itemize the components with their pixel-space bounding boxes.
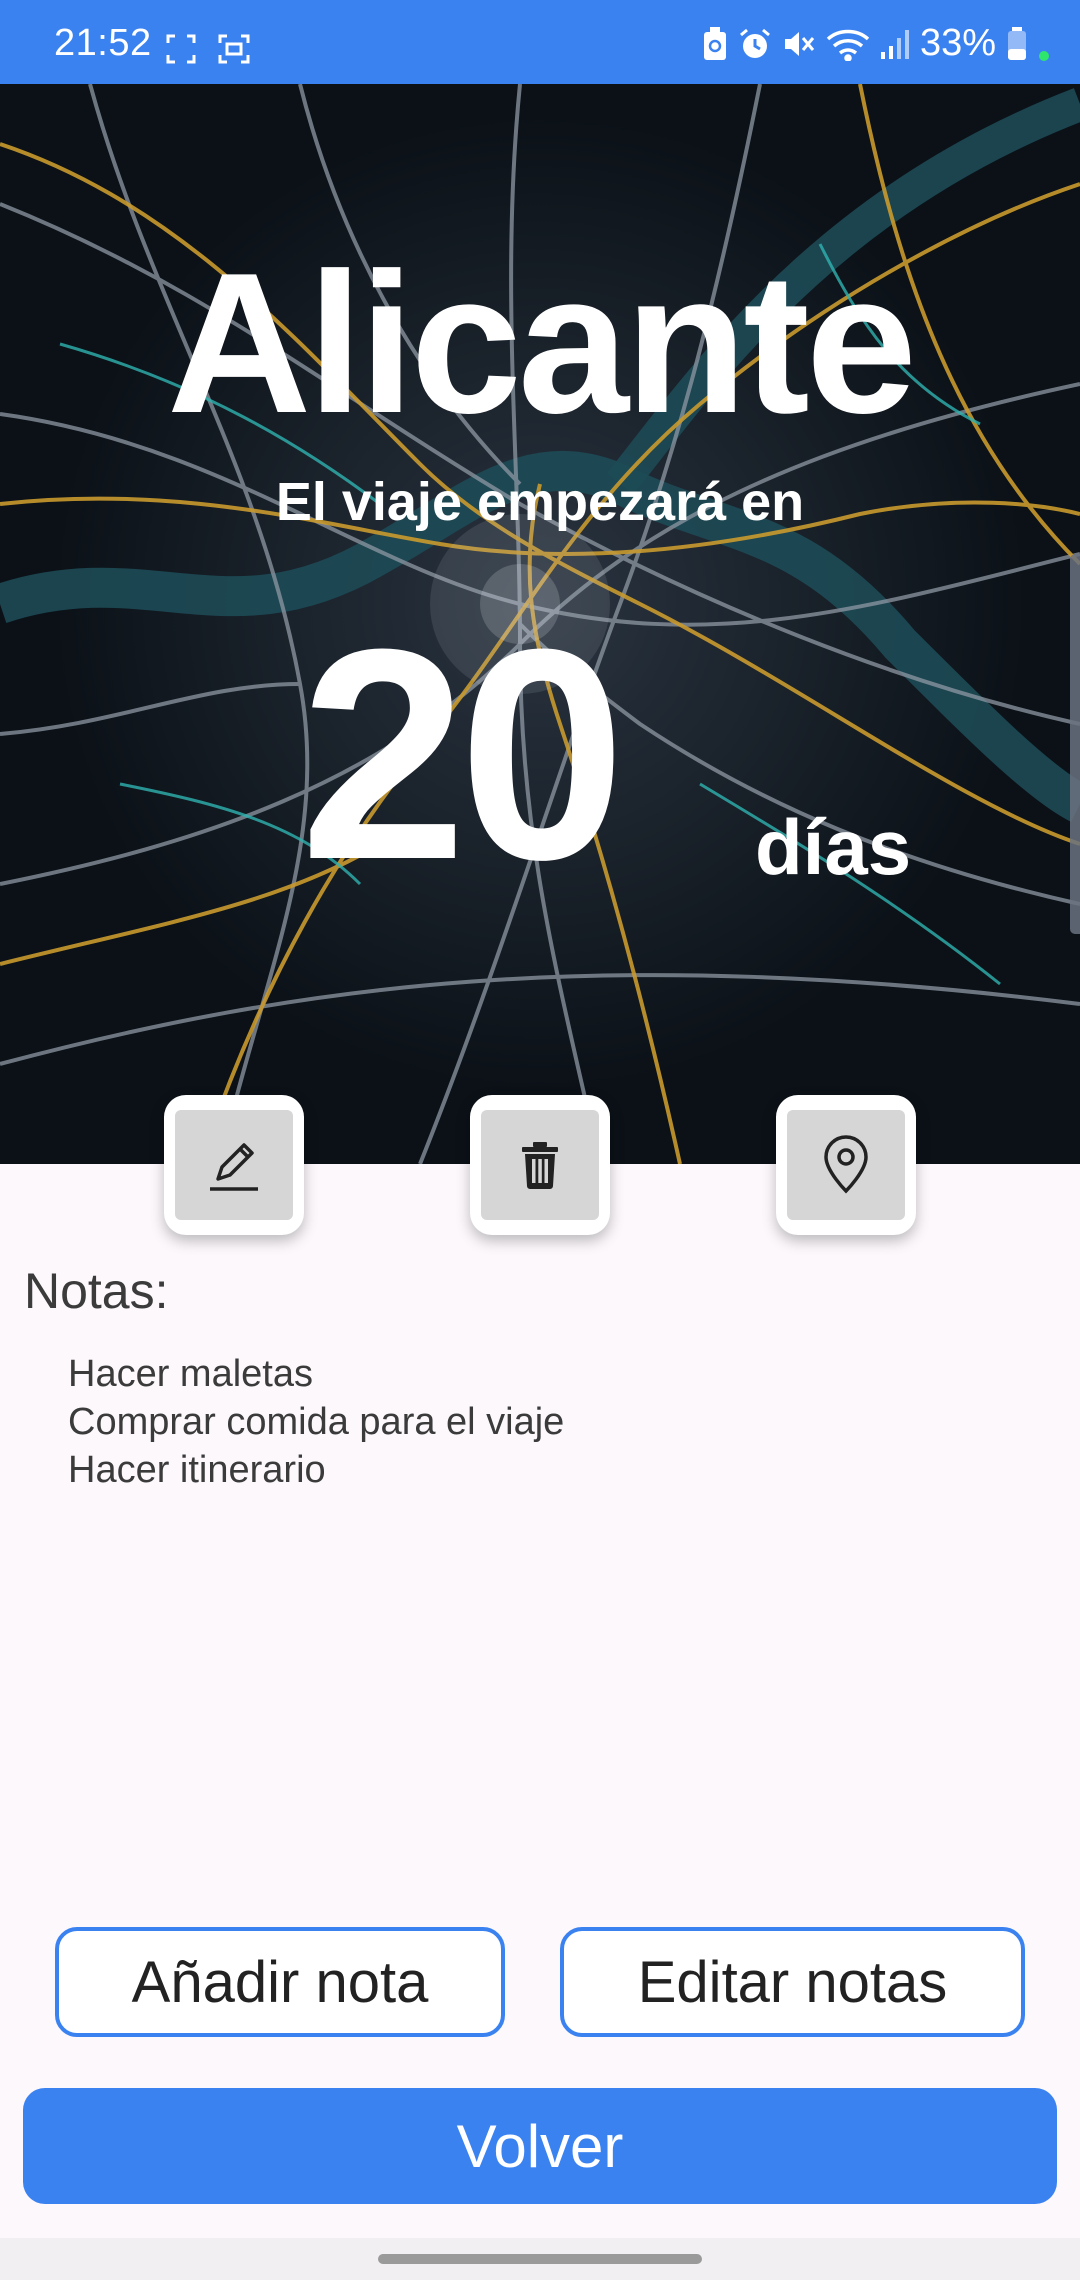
notes-title: Notas: [24,1263,169,1319]
trip-hero: Alicante El viaje empezará en 20 días [0,84,1080,1164]
notes-list: Hacer maletas Comprar comida para el via… [68,1350,564,1494]
battery-saver-icon [703,26,726,60]
note-item: Comprar comida para el viaje [68,1401,565,1443]
status-right-icons: 33% [702,22,1050,65]
alarm-icon [739,28,770,58]
back-button[interactable]: Volver [23,2088,1057,2204]
pencil-icon [210,1143,258,1191]
countdown-label: El viaje empezará en [275,472,805,532]
map-pin-icon [824,1135,868,1194]
mute-icon [784,31,815,56]
battery-percent: 33% [919,22,996,64]
status-time: 21:52 [54,22,152,64]
screen-capture-icon [218,34,250,64]
edit-trip-button[interactable] [164,1095,304,1235]
wifi-icon [826,29,870,61]
battery-icon [1008,26,1026,60]
status-bar: 21:52 33% [0,0,1080,84]
location-button[interactable] [776,1095,916,1235]
navigation-bar [0,2238,1080,2280]
trip-destination: Alicante [166,232,917,455]
delete-trip-button[interactable] [470,1095,610,1235]
trash-icon [522,1142,558,1189]
screenshot-frame-icon [166,34,196,64]
days-unit: días [755,803,912,891]
note-item: Hacer maletas [68,1353,313,1395]
days-remaining: 20 [300,586,626,922]
signal-icon [880,29,909,59]
charging-dot-icon [1039,50,1049,61]
status-left-icons [166,34,250,64]
home-gesture-handle[interactable] [378,2254,702,2264]
scrollbar-thumb[interactable] [1070,554,1080,934]
add-note-button[interactable]: Añadir nota [55,1927,505,2037]
edit-notes-button[interactable]: Editar notas [560,1927,1025,2037]
note-item: Hacer itinerario [68,1449,326,1491]
